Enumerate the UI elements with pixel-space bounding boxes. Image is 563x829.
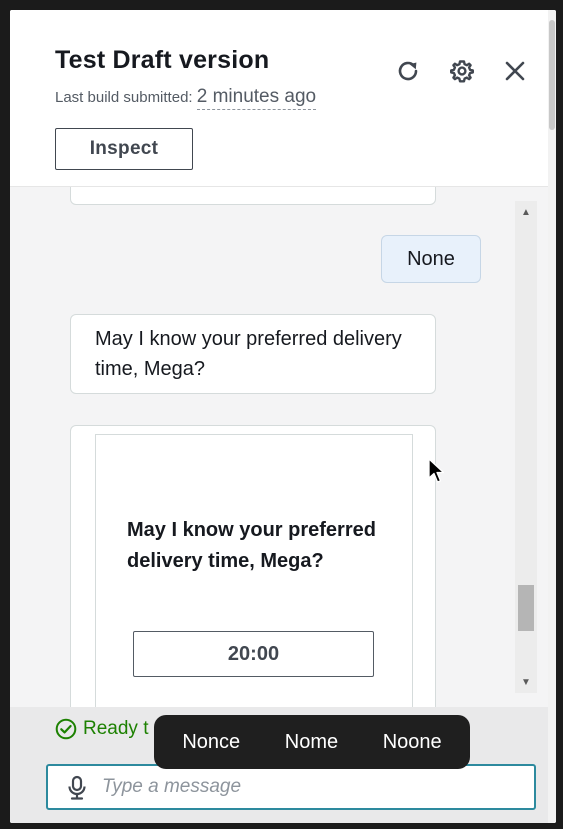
build-time: 2 minutes ago xyxy=(196,86,317,110)
scroll-down-arrow-icon[interactable]: ▼ xyxy=(515,671,537,693)
suggestion-item[interactable]: Nome xyxy=(277,725,346,760)
conversation-pane: None May I know your preferred delivery … xyxy=(10,187,548,707)
check-circle-icon xyxy=(55,718,77,740)
bot-message-bubble: May I know your preferred delivery time,… xyxy=(70,314,436,394)
bot-status: Ready t xyxy=(55,718,148,740)
user-message-bubble: None xyxy=(381,235,481,283)
bot-message-bubble xyxy=(70,187,436,205)
user-message-text: None xyxy=(407,247,455,270)
window-scrollbar[interactable] xyxy=(548,10,556,823)
window-scrollbar-thumb[interactable] xyxy=(549,20,555,130)
message-input[interactable] xyxy=(102,773,502,801)
scroll-up-arrow-icon[interactable]: ▲ xyxy=(515,201,537,223)
page-title: Test Draft version xyxy=(55,46,270,74)
test-chat-window: Test Draft version Last build submitted:… xyxy=(10,10,556,823)
chat-header: Test Draft version Last build submitted:… xyxy=(10,10,548,186)
response-card-inner: May I know your preferred delivery time,… xyxy=(95,434,413,707)
conversation-scrollbar[interactable]: ▲ ▼ xyxy=(515,201,537,693)
mouse-cursor-icon xyxy=(428,458,445,483)
refresh-icon[interactable] xyxy=(393,56,423,86)
suggestion-item[interactable]: Nonce xyxy=(174,725,248,760)
message-input-box[interactable] xyxy=(46,764,536,810)
microphone-icon[interactable] xyxy=(66,775,88,801)
close-icon[interactable] xyxy=(500,56,530,86)
bot-message-text: May I know your preferred delivery time,… xyxy=(95,328,402,380)
suggestion-item[interactable]: Noone xyxy=(375,725,450,760)
build-status-prefix: Last build submitted: xyxy=(55,89,193,106)
bot-status-text: Ready t xyxy=(83,718,149,739)
response-card-title: May I know your preferred delivery time,… xyxy=(127,519,376,572)
response-card: May I know your preferred delivery time,… xyxy=(70,425,436,707)
settings-icon[interactable] xyxy=(447,56,477,86)
conversation-scrollbar-thumb[interactable] xyxy=(518,585,534,631)
autocorrect-suggestion-bar: Nonce Nome Noone xyxy=(154,715,470,769)
inspect-button[interactable]: Inspect xyxy=(55,128,193,170)
build-status-text: Last build submitted: 2 minutes ago xyxy=(55,86,317,110)
delivery-time-option-button[interactable]: 20:00 xyxy=(133,631,374,677)
